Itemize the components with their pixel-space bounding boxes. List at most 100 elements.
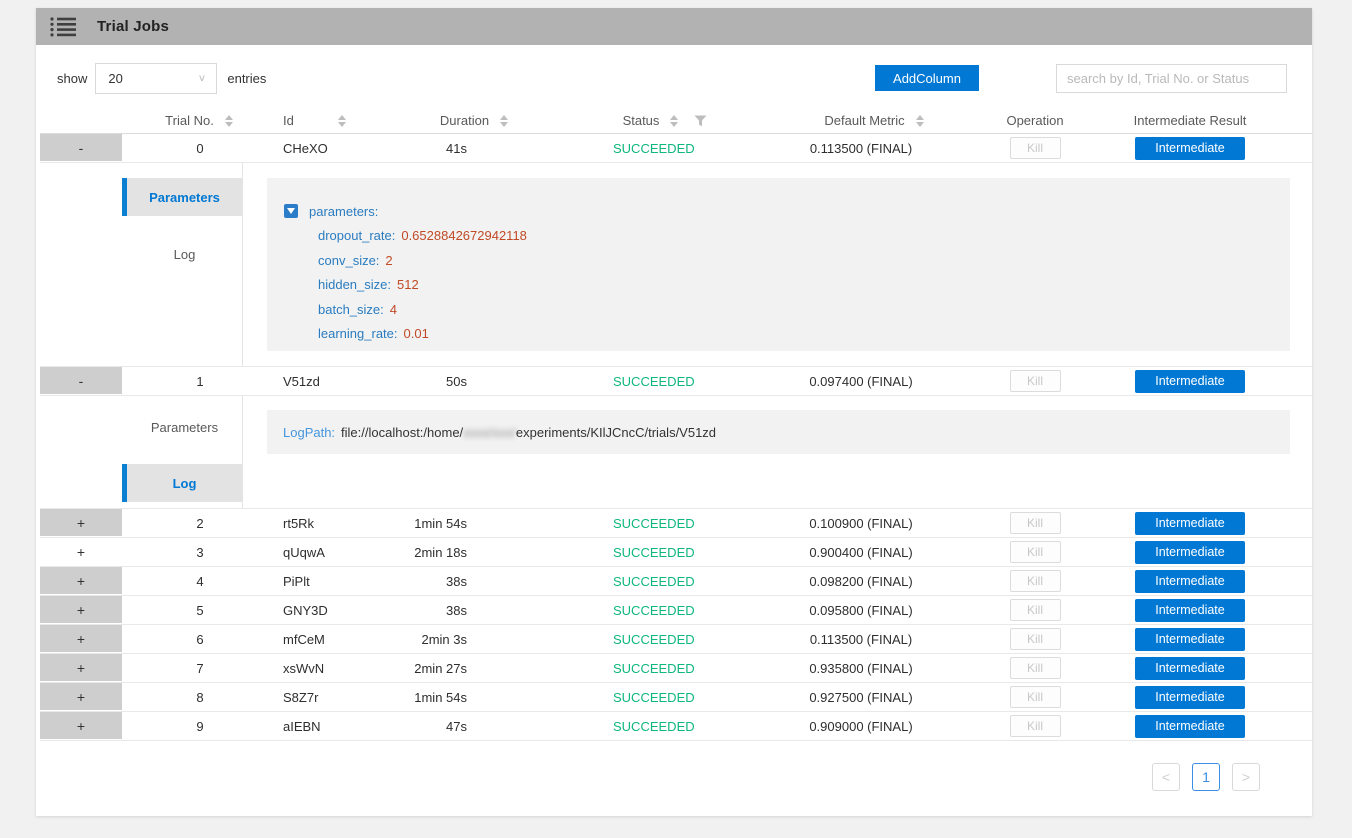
intermediate-button[interactable]: Intermediate (1135, 512, 1245, 535)
log-content: LogPath: file://localhost:/home/xxxx/xxx… (267, 410, 1290, 454)
add-column-button[interactable]: AddColumn (875, 65, 979, 91)
expand-row-button[interactable]: + (40, 509, 122, 537)
expand-row-button[interactable]: - (40, 367, 122, 395)
search-input[interactable] (1056, 64, 1287, 93)
status-cell: SUCCEEDED (560, 567, 770, 595)
expand-row-button[interactable]: + (40, 712, 122, 740)
trial-jobs-panel: Trial Jobs show 20 ∨ entries AddColumn T… (36, 8, 1312, 816)
trial-no-cell: 5 (122, 596, 278, 624)
kill-button[interactable]: Kill (1010, 657, 1061, 679)
parameter-value: 512 (397, 277, 419, 292)
header-default-metric-label: Default Metric (824, 113, 904, 128)
trial-1-detail-panel: Parameters Log LogPath: file://localhost… (40, 396, 1312, 509)
parameter-row: hidden_size:512 (318, 273, 1270, 298)
kill-button[interactable]: Kill (1010, 370, 1061, 392)
intermediate-button[interactable]: Intermediate (1135, 541, 1245, 564)
status-cell: SUCCEEDED (560, 509, 770, 537)
expand-row-button[interactable]: + (40, 567, 122, 595)
sort-icon[interactable] (336, 113, 348, 129)
table-row: - 1 V51zd 50s SUCCEEDED 0.097400 (FINAL)… (40, 367, 1312, 396)
kill-button[interactable]: Kill (1010, 137, 1061, 159)
kill-button[interactable]: Kill (1010, 570, 1061, 592)
list-icon (50, 16, 77, 38)
intermediate-button[interactable]: Intermediate (1135, 715, 1245, 738)
status-cell: SUCCEEDED (560, 367, 770, 395)
logpath-label: LogPath: (283, 425, 335, 440)
table-row: + 6 mfCeM 2min 3s SUCCEEDED 0.113500 (FI… (40, 625, 1312, 654)
header-duration-label: Duration (440, 113, 489, 128)
intermediate-button[interactable]: Intermediate (1135, 686, 1245, 709)
tab-parameters[interactable]: Parameters (122, 178, 242, 216)
kill-button[interactable]: Kill (1010, 686, 1061, 708)
metric-cell: 0.113500 (FINAL) (770, 134, 980, 162)
expand-row-button[interactable]: - (40, 134, 122, 162)
tab-log[interactable]: Log (122, 464, 242, 502)
trial-id-cell: PiPlt (278, 567, 390, 595)
intermediate-button[interactable]: Intermediate (1135, 628, 1245, 651)
trial-no-cell: 8 (122, 683, 278, 711)
sort-icon[interactable] (223, 113, 235, 129)
trial-id-cell: V51zd (278, 367, 390, 395)
metric-cell: 0.927500 (FINAL) (770, 683, 980, 711)
intermediate-button[interactable]: Intermediate (1135, 657, 1245, 680)
intermediate-button[interactable]: Intermediate (1135, 570, 1245, 593)
status-cell: SUCCEEDED (560, 596, 770, 624)
kill-button[interactable]: Kill (1010, 599, 1061, 621)
table-row: + 3 qUqwA 2min 18s SUCCEEDED 0.900400 (F… (40, 538, 1312, 567)
expand-row-button[interactable]: + (40, 538, 122, 566)
header-operation-label: Operation (1006, 113, 1063, 128)
parameters-content: parameters: dropout_rate:0.6528842672942… (267, 178, 1290, 351)
parameter-row: learning_rate:0.01 (318, 322, 1270, 347)
trial-id-cell: S8Z7r (278, 683, 390, 711)
header-status[interactable]: Status (560, 108, 770, 133)
metric-cell: 0.098200 (FINAL) (770, 567, 980, 595)
sort-icon[interactable] (498, 113, 510, 129)
row-filler (1290, 509, 1312, 537)
intermediate-button[interactable]: Intermediate (1135, 599, 1245, 622)
kill-button[interactable]: Kill (1010, 715, 1061, 737)
page-1-button[interactable]: 1 (1192, 763, 1220, 791)
tab-log[interactable]: Log (122, 235, 242, 273)
duration-cell: 38s (390, 567, 560, 595)
duration-cell: 2min 27s (390, 654, 560, 682)
parameter-key: dropout_rate: (318, 228, 395, 243)
filter-icon[interactable] (694, 115, 707, 127)
table-controls: show 20 ∨ entries AddColumn (36, 62, 1312, 94)
trial-id-cell: xsWvN (278, 654, 390, 682)
json-collapse-toggle-icon[interactable] (284, 204, 298, 218)
expand-row-button[interactable]: + (40, 654, 122, 682)
expand-row-button[interactable]: + (40, 625, 122, 653)
row-filler (1290, 596, 1312, 624)
table-header-row: Trial No. Id Duration Status Default Met… (40, 108, 1312, 134)
expand-row-button[interactable]: + (40, 683, 122, 711)
next-page-button[interactable]: > (1232, 763, 1260, 791)
trial-no-cell: 2 (122, 509, 278, 537)
header-status-label: Status (623, 113, 660, 128)
header-intermediate-result: Intermediate Result (1090, 108, 1290, 133)
header-id[interactable]: Id (278, 108, 390, 133)
sort-icon[interactable] (668, 113, 680, 129)
duration-cell: 1min 54s (390, 509, 560, 537)
header-trial-no[interactable]: Trial No. (122, 108, 278, 133)
intermediate-button[interactable]: Intermediate (1135, 137, 1245, 160)
expand-row-button[interactable]: + (40, 596, 122, 624)
prev-page-button[interactable]: < (1152, 763, 1180, 791)
entries-select[interactable]: 20 ∨ (95, 63, 217, 94)
header-duration[interactable]: Duration (390, 108, 560, 133)
tab-parameters[interactable]: Parameters (122, 408, 242, 446)
header-default-metric[interactable]: Default Metric (770, 108, 980, 133)
kill-button[interactable]: Kill (1010, 512, 1061, 534)
header-operation: Operation (980, 108, 1090, 133)
parameter-key: learning_rate: (318, 326, 398, 341)
status-cell: SUCCEEDED (560, 712, 770, 740)
sort-icon[interactable] (914, 113, 926, 129)
status-cell: SUCCEEDED (560, 625, 770, 653)
table-row: - 0 CHeXO 41s SUCCEEDED 0.113500 (FINAL)… (40, 134, 1312, 163)
kill-button[interactable]: Kill (1010, 541, 1061, 563)
kill-button[interactable]: Kill (1010, 628, 1061, 650)
metric-cell: 0.900400 (FINAL) (770, 538, 980, 566)
entries-select-value: 20 (108, 71, 197, 86)
intermediate-button[interactable]: Intermediate (1135, 370, 1245, 393)
trial-no-cell: 3 (122, 538, 278, 566)
duration-cell: 41s (390, 134, 560, 162)
